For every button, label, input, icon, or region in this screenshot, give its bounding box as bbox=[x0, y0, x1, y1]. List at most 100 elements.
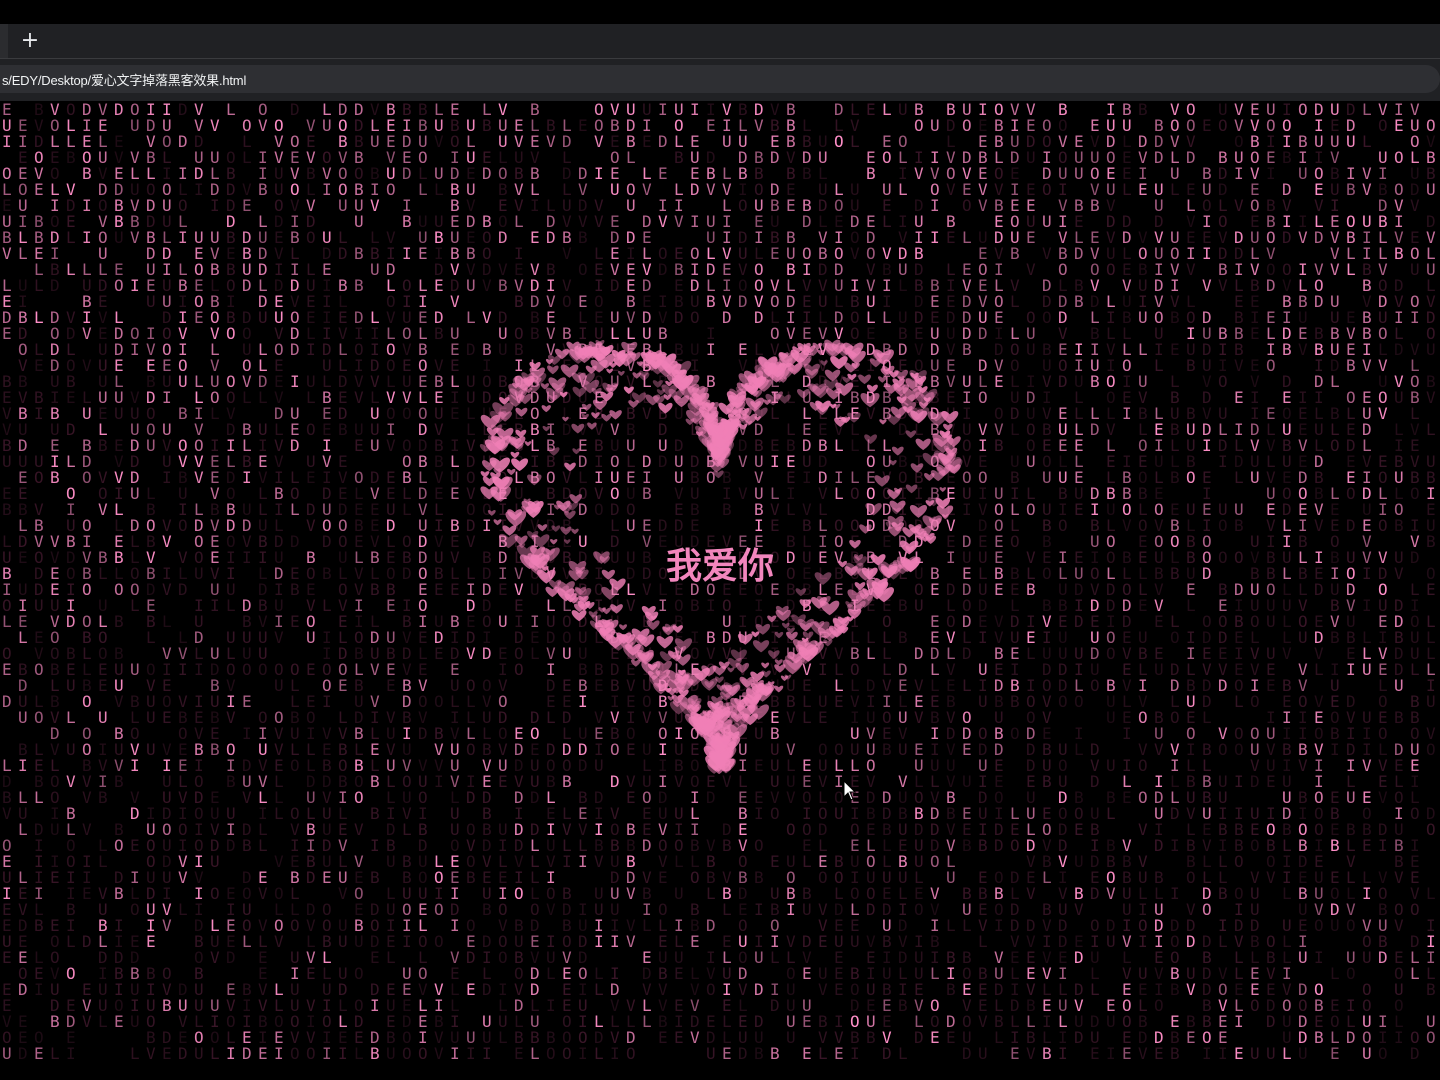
rain-glyph: I bbox=[690, 101, 700, 119]
heart-particle bbox=[924, 472, 935, 481]
rain-glyph: L bbox=[66, 708, 76, 727]
rain-glyph: I bbox=[930, 196, 940, 215]
rain-glyph: U bbox=[834, 804, 844, 823]
rain-glyph: I bbox=[1234, 164, 1244, 183]
rain-glyph: O bbox=[34, 660, 44, 679]
rain-glyph: U bbox=[1330, 916, 1340, 935]
rain-glyph: V bbox=[114, 692, 124, 711]
rain-glyph: O bbox=[354, 788, 364, 807]
rain-glyph: U bbox=[962, 772, 972, 791]
rain-glyph: D bbox=[1346, 516, 1356, 535]
rain-glyph: O bbox=[1090, 676, 1100, 695]
rain-glyph: E bbox=[1074, 820, 1084, 839]
rain-glyph: D bbox=[1314, 580, 1324, 599]
rain-glyph: L bbox=[1042, 868, 1052, 887]
rain-glyph: D bbox=[498, 228, 508, 247]
rain-glyph: V bbox=[946, 180, 956, 199]
rain-glyph: U bbox=[1266, 1044, 1276, 1063]
rain-glyph: V bbox=[626, 932, 636, 951]
address-url[interactable]: s/EDY/Desktop/爱心文字掉落黑客效果.html bbox=[2, 70, 246, 89]
rain-glyph: B bbox=[802, 164, 812, 183]
rain-glyph: I bbox=[82, 196, 92, 215]
rain-glyph: B bbox=[322, 564, 332, 583]
rain-glyph: D bbox=[1154, 148, 1164, 167]
new-tab-button[interactable]: + bbox=[16, 29, 44, 53]
rain-glyph: V bbox=[1122, 516, 1132, 535]
rain-glyph: B bbox=[722, 836, 732, 855]
rain-glyph: B bbox=[1394, 244, 1404, 263]
rain-glyph: L bbox=[1010, 292, 1020, 311]
rain-glyph: B bbox=[962, 340, 972, 359]
rain-glyph: B bbox=[754, 868, 764, 887]
rain-glyph: D bbox=[466, 340, 476, 359]
rain-glyph: V bbox=[1394, 868, 1404, 887]
rain-glyph: V bbox=[626, 884, 636, 903]
rain-glyph: B bbox=[1042, 1044, 1052, 1063]
rain-glyph: U bbox=[626, 196, 636, 215]
rain-glyph: D bbox=[1314, 228, 1324, 247]
rain-glyph: L bbox=[98, 852, 108, 871]
rain-glyph: B bbox=[50, 468, 60, 487]
rain-glyph: O bbox=[290, 1044, 300, 1063]
rain-glyph: I bbox=[1394, 1028, 1404, 1047]
rain-glyph: O bbox=[914, 116, 924, 135]
rain-glyph: L bbox=[498, 1028, 508, 1047]
rain-glyph: U bbox=[1106, 932, 1116, 951]
rain-glyph: I bbox=[850, 1044, 860, 1063]
rain-glyph: U bbox=[946, 868, 956, 887]
rain-glyph: L bbox=[466, 308, 476, 327]
rain-glyph: B bbox=[1010, 692, 1020, 711]
rain-glyph: I bbox=[1122, 404, 1132, 423]
rain-glyph: V bbox=[1026, 260, 1036, 279]
rain-glyph: U bbox=[978, 1044, 988, 1063]
rain-glyph: D bbox=[290, 340, 300, 359]
rain-glyph: O bbox=[1234, 852, 1244, 871]
rain-glyph: O bbox=[402, 1044, 412, 1063]
rain-glyph: V bbox=[1234, 196, 1244, 215]
rain-glyph: I bbox=[466, 1044, 476, 1063]
rain-glyph: U bbox=[1298, 628, 1308, 647]
rain-glyph: O bbox=[1378, 1044, 1388, 1063]
rain-glyph: I bbox=[178, 228, 188, 247]
rain-glyph: V bbox=[818, 980, 828, 999]
rain-glyph: I bbox=[322, 1044, 332, 1063]
active-tab-edge[interactable] bbox=[0, 24, 8, 58]
rain-glyph: B bbox=[1330, 628, 1340, 647]
rain-glyph: O bbox=[114, 836, 124, 855]
rain-glyph: B bbox=[1426, 532, 1436, 551]
rain-glyph: V bbox=[194, 468, 204, 487]
rain-glyph: U bbox=[130, 660, 140, 679]
rain-glyph: U bbox=[1426, 692, 1436, 711]
rain-glyph: O bbox=[434, 900, 444, 919]
rain-glyph: U bbox=[306, 628, 316, 647]
rain-glyph: I bbox=[402, 244, 412, 263]
rain-glyph: D bbox=[1090, 884, 1100, 903]
rain-glyph: V bbox=[146, 1044, 156, 1063]
rain-glyph: I bbox=[1170, 836, 1180, 855]
rain-glyph: B bbox=[1282, 340, 1292, 359]
rain-glyph: L bbox=[34, 276, 44, 295]
rain-glyph: V bbox=[274, 628, 284, 647]
rain-glyph: I bbox=[322, 180, 332, 199]
rain-glyph: I bbox=[930, 228, 940, 247]
rain-glyph: L bbox=[1010, 420, 1020, 439]
rain-glyph: U bbox=[1266, 612, 1276, 631]
rain-glyph: B bbox=[1010, 244, 1020, 263]
rain-glyph: V bbox=[1314, 516, 1324, 535]
rain-glyph: B bbox=[978, 836, 988, 855]
rain-glyph: E bbox=[962, 740, 972, 759]
rain-glyph: U bbox=[1298, 948, 1308, 967]
rain-glyph: U bbox=[322, 116, 332, 135]
rain-glyph: L bbox=[1090, 980, 1100, 999]
rain-glyph: L bbox=[546, 964, 556, 983]
rain-glyph: O bbox=[1394, 148, 1404, 167]
rain-glyph: E bbox=[642, 132, 652, 151]
rain-glyph: V bbox=[1266, 868, 1276, 887]
rain-glyph: O bbox=[290, 916, 300, 935]
rain-glyph: D bbox=[178, 1044, 188, 1063]
rain-glyph: B bbox=[866, 1028, 876, 1047]
rain-glyph: O bbox=[1250, 836, 1260, 855]
rain-glyph: U bbox=[146, 708, 156, 727]
rain-glyph: D bbox=[466, 948, 476, 967]
rain-glyph: V bbox=[850, 244, 860, 263]
